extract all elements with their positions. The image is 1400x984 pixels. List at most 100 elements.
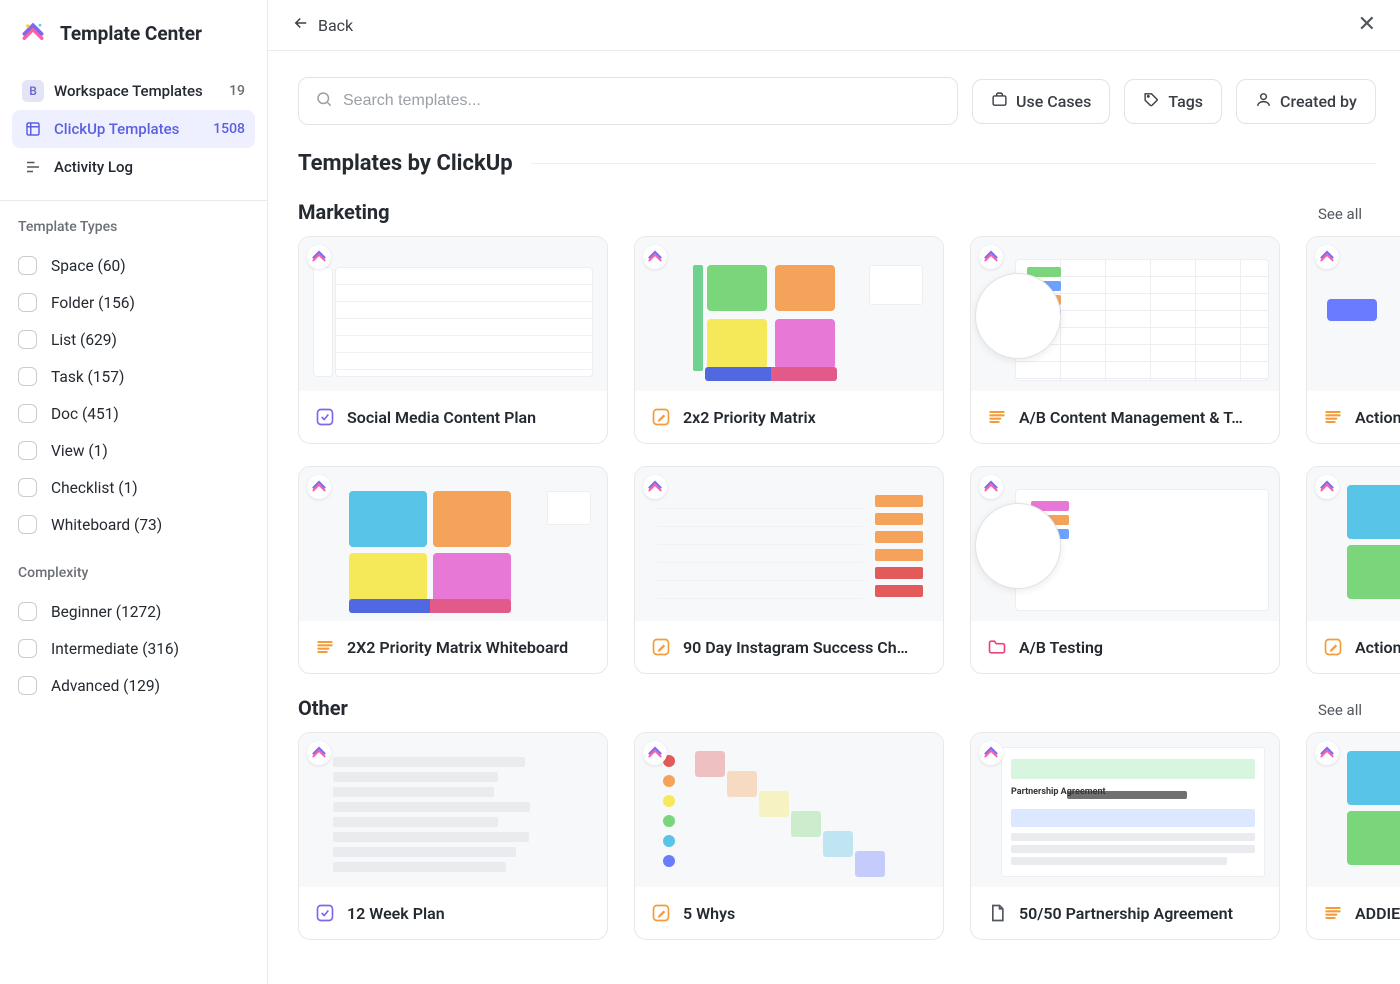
card-footer: 50/50 Partnership Agreement [971,887,1279,939]
complexity-label: Intermediate (316) [51,640,179,658]
template-type-icon [1323,637,1343,657]
checkbox[interactable] [18,367,37,386]
close-button[interactable]: ✕ [1358,14,1376,36]
template-type-icon [651,637,671,657]
nav-label: ClickUp Templates [54,120,179,138]
template-type-icon [987,637,1007,657]
card-row: 2X2 Priority Matrix Whiteboard 90 Day In… [298,466,1376,674]
filter-tags[interactable]: Tags [1124,79,1222,124]
checkbox[interactable] [18,602,37,621]
search-row: Use Cases Tags Created by [298,77,1376,125]
checkbox[interactable] [18,515,37,534]
type-row[interactable]: Checklist (1) [18,469,249,506]
back-button[interactable]: Back [292,14,353,36]
template-card[interactable]: 2x2 Priority Matrix [634,236,944,444]
filter-created-by[interactable]: Created by [1236,79,1376,124]
complexity-row[interactable]: Intermediate (316) [18,630,249,667]
template-card[interactable]: 2X2 Priority Matrix Whiteboard [298,466,608,674]
template-name: A/B Content Management & T… [1019,408,1263,427]
clickup-logo-icon [643,741,667,765]
checkbox[interactable] [18,478,37,497]
workspace-avatar-icon: B [22,80,44,102]
checkbox[interactable] [18,639,37,658]
checkbox[interactable] [18,404,37,423]
section-heading-row: Templates by ClickUp [298,151,1376,176]
checkbox[interactable] [18,256,37,275]
search-input[interactable] [343,92,941,110]
content: Use Cases Tags Created by Templates by C… [268,51,1400,984]
checkbox[interactable] [18,676,37,695]
nav-activity-log[interactable]: Activity Log [12,148,255,186]
card-footer: ADDIE [1307,887,1400,939]
template-card[interactable]: Partnership Agreement 50/50 Partnership … [970,732,1280,940]
arrow-left-icon [292,14,310,36]
templates-icon [22,118,44,140]
filter-heading-types: Template Types [18,219,249,235]
type-row[interactable]: Whiteboard (73) [18,506,249,543]
checkbox[interactable] [18,293,37,312]
card-footer: Social Media Content Plan [299,391,607,443]
nav-label: Workspace Templates [54,82,203,100]
nav-count: 1508 [213,121,245,137]
template-card[interactable]: A/B Content Management & T… [970,236,1280,444]
clickup-logo-icon [307,741,331,765]
card-footer: A/B Content Management & T… [971,391,1279,443]
back-label: Back [318,16,353,35]
type-row[interactable]: Space (60) [18,247,249,284]
checkbox[interactable] [18,330,37,349]
clickup-logo-icon [979,475,1003,499]
type-label: Space (60) [51,257,126,275]
checkbox[interactable] [18,441,37,460]
card-row: 12 Week Plan 5 Whys Partnership Agreemen… [298,732,1376,940]
clickup-logo-icon [979,741,1003,765]
complexity-label: Advanced (129) [51,677,160,695]
clickup-logo-icon [643,245,667,269]
template-card[interactable]: 5 Whys [634,732,944,940]
filter-heading-complexity: Complexity [18,565,249,581]
type-label: Whiteboard (73) [51,516,162,534]
see-all-link[interactable]: See all [1318,205,1362,223]
type-row[interactable]: Task (157) [18,358,249,395]
see-all-link[interactable]: See all [1318,701,1362,719]
complexity-row[interactable]: Beginner (1272) [18,593,249,630]
template-name: A/B Testing [1019,638,1263,657]
template-card[interactable]: A/B Testing [970,466,1280,674]
template-name: 90 Day Instagram Success Ch… [683,638,927,657]
template-card[interactable]: 12 Week Plan [298,732,608,940]
type-row[interactable]: List (629) [18,321,249,358]
template-type-icon [1323,407,1343,427]
nav-clickup-templates[interactable]: ClickUp Templates 1508 [12,110,255,148]
sidebar-title: Template Center [60,22,202,45]
topbar: Back ✕ [268,0,1400,51]
template-card[interactable]: ADDIE [1306,732,1400,940]
category-title: Marketing [298,200,390,224]
tag-icon [1143,91,1160,112]
template-name: Action Pr… [1355,638,1400,657]
complexity-row[interactable]: Advanced (129) [18,667,249,704]
category-header: Other See all [298,696,1376,720]
template-type-icon [987,407,1007,427]
template-card[interactable]: 90 Day Instagram Success Ch… [634,466,944,674]
main: Back ✕ Use Cases Tag [268,0,1400,984]
clickup-logo-icon [307,245,331,269]
type-label: List (629) [51,331,117,349]
type-row[interactable]: View (1) [18,432,249,469]
type-row[interactable]: Folder (156) [18,284,249,321]
type-row[interactable]: Doc (451) [18,395,249,432]
template-name: Action Pl… [1355,408,1400,427]
template-card[interactable]: Action Pl… [1306,236,1400,444]
type-label: Task (157) [51,368,124,386]
template-card[interactable]: Social Media Content Plan [298,236,608,444]
filter-complexity: Complexity Beginner (1272) Intermediate (… [0,547,267,708]
filter-use-cases[interactable]: Use Cases [972,79,1110,124]
template-card[interactable]: Action Pr… [1306,466,1400,674]
search-icon [315,90,333,112]
page-title: Templates by ClickUp [298,151,513,176]
clickup-logo-icon [1315,741,1339,765]
nav-workspace-templates[interactable]: B Workspace Templates 19 [12,72,255,110]
template-type-icon [1323,903,1343,923]
card-footer: 5 Whys [635,887,943,939]
template-name: 2x2 Priority Matrix [683,408,927,427]
search-box[interactable] [298,77,958,125]
nav-label: Activity Log [54,158,133,176]
